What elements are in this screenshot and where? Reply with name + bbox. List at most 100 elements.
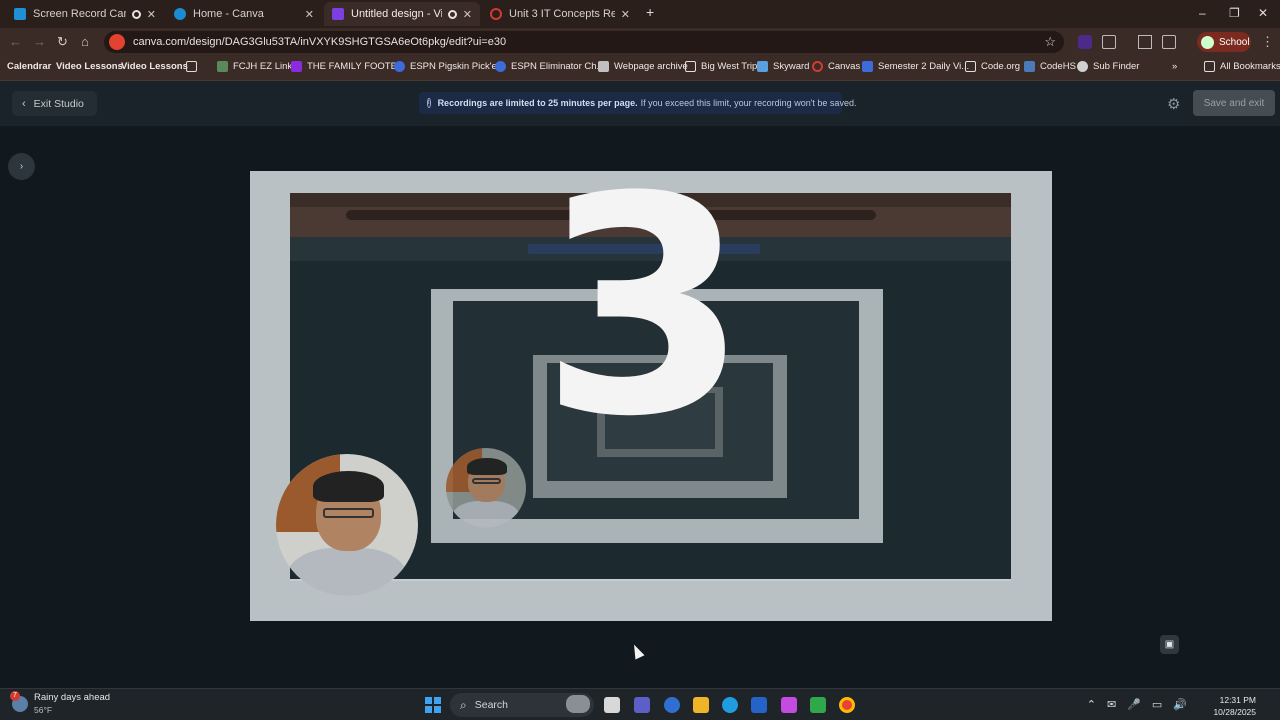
copilot-icon[interactable] — [566, 695, 590, 713]
task-view-icon[interactable] — [604, 697, 620, 713]
close-tab-icon[interactable]: ✕ — [305, 8, 314, 21]
back-icon[interactable]: ← — [9, 34, 22, 49]
clock-time: 12:31 PM — [1219, 695, 1256, 705]
tab-title: Screen Record Canva | Proj — [33, 8, 126, 20]
menu-icon[interactable]: ⋮ — [1261, 34, 1274, 50]
bookmark-label: ESPN Pigskin Pick'e... — [410, 61, 505, 72]
bookmark-item[interactable]: Sub Finder — [1077, 61, 1139, 72]
banner-text: If you exceed this limit, your recording… — [640, 98, 857, 108]
bookmark-item[interactable]: Canvas — [812, 61, 860, 72]
store-icon[interactable] — [751, 697, 767, 713]
bookmark-label: Skyward — [773, 61, 810, 72]
close-tab-icon[interactable]: ✕ — [621, 8, 630, 21]
more-bookmarks-icon[interactable]: » — [1172, 61, 1177, 72]
new-tab-button[interactable]: + — [646, 4, 654, 20]
weather-title: Rainy days ahead — [34, 692, 111, 703]
clock-date: 10/28/2025 — [1213, 707, 1256, 717]
search-label: Search — [474, 699, 509, 711]
tab-screen-record[interactable]: Screen Record Canva | Proj ✕ — [6, 2, 164, 26]
bookmark-item[interactable]: ESPN Pigskin Pick'e... — [394, 61, 505, 72]
bookmark-favicon-icon — [862, 61, 873, 72]
banner-bold-text: Recordings are limited to 25 minutes per… — [437, 98, 638, 108]
tab-title: Unit 3 IT Concepts Review Wor — [509, 8, 615, 20]
extension-k-icon[interactable] — [1078, 35, 1092, 49]
save-and-exit-button[interactable]: Save and exit — [1193, 90, 1275, 116]
recording-icon — [131, 9, 141, 19]
bookmark-label: Video Lessons — [121, 61, 188, 72]
tab-favicon-icon — [14, 8, 26, 20]
tab-untitled-design[interactable]: Untitled design - Video ✕ — [324, 2, 480, 26]
all-bookmarks-button[interactable]: All Bookmarks — [1204, 61, 1280, 72]
home-icon[interactable]: ⌂ — [81, 34, 89, 49]
outlook-icon[interactable] — [664, 697, 680, 713]
bookmark-item[interactable]: Code.org — [965, 61, 1020, 72]
chevron-left-icon: ‹ — [22, 97, 26, 110]
bookmark-item[interactable]: Calendrar — [7, 61, 51, 72]
sidebar-toggle-button[interactable]: › — [8, 153, 35, 180]
tab-title: Untitled design - Video — [351, 8, 442, 20]
weather-widget[interactable]: 7 Rainy days ahead 56°F — [10, 691, 111, 715]
gear-icon[interactable]: ⚙ — [1167, 95, 1180, 113]
reload-icon[interactable]: ↻ — [57, 34, 68, 50]
profile-button[interactable]: School — [1197, 32, 1251, 52]
bookmark-label: Sub Finder — [1093, 61, 1140, 72]
bookmark-label: Calendrar — [7, 61, 52, 72]
bookmark-item[interactable]: FCJH EZ Links — [217, 61, 297, 72]
taskbar-clock[interactable]: 12:31 PM 10/28/2025 — [1213, 694, 1256, 718]
bookmark-star-icon[interactable]: ☆ — [1044, 34, 1056, 50]
close-window-button[interactable]: ✕ — [1258, 6, 1268, 20]
bookmark-item[interactable]: CodeHS — [1024, 61, 1076, 72]
edge-icon[interactable] — [722, 697, 738, 713]
bookmark-item[interactable]: Video Lessons — [56, 61, 123, 72]
exit-studio-button[interactable]: ‹ Exit Studio — [12, 91, 97, 116]
bookmark-item[interactable]: THE FAMILY FOOTB... — [291, 61, 405, 72]
address-bar[interactable]: canva.com/design/DAG3Glu53TA/inVXYK9SHGT… — [104, 31, 1064, 53]
bookmark-favicon-icon — [217, 61, 228, 72]
studio-header: ‹ Exit Studio i Recordings are limited t… — [0, 81, 1280, 126]
forward-icon[interactable]: → — [33, 34, 46, 49]
bookmark-item[interactable]: Skyward — [757, 61, 809, 72]
teams-icon[interactable] — [634, 697, 650, 713]
bookmark-item[interactable]: Semester 2 Daily Vi... — [862, 61, 969, 72]
chrome-icon[interactable] — [839, 697, 855, 713]
maximize-button[interactable]: ❐ — [1229, 6, 1240, 20]
bookmark-favicon-icon — [291, 61, 302, 72]
file-explorer-icon[interactable] — [693, 697, 709, 713]
start-button[interactable] — [425, 697, 441, 713]
tab-unit3-review[interactable]: Unit 3 IT Concepts Review Wor ✕ — [482, 2, 638, 26]
tab-home-canva[interactable]: Home - Canva ✕ — [166, 2, 322, 26]
bookmark-item[interactable]: Video Lessons — [121, 61, 188, 72]
bookmark-item[interactable]: Big West Trip — [685, 61, 757, 72]
snipping-tool-icon[interactable] — [781, 697, 797, 713]
screenshot-icon[interactable] — [1138, 35, 1152, 49]
apps-grid-icon[interactable] — [186, 61, 197, 72]
canvas-favicon-icon — [490, 8, 502, 20]
bookmark-favicon-icon — [757, 61, 768, 72]
canva-favicon-icon — [174, 8, 186, 20]
webcam-bubble[interactable] — [276, 454, 418, 596]
chevron-right-icon: › — [19, 161, 24, 172]
bookmarks-bar: Calendrar Video Lessons Video Lessons FC… — [0, 56, 1280, 81]
search-icon: ⌕ — [460, 697, 467, 712]
site-info-icon[interactable] — [109, 34, 125, 50]
bookmark-item[interactable]: ESPN Eliminator Ch... — [495, 61, 604, 72]
avatar — [1201, 35, 1214, 49]
weather-temp: 56°F — [34, 705, 53, 715]
grid-icon — [186, 61, 197, 72]
minimize-button[interactable]: – — [1199, 6, 1206, 20]
extensions-icon[interactable] — [1102, 35, 1116, 49]
bookmark-label: FCJH EZ Links — [233, 61, 297, 72]
app-icon[interactable] — [810, 697, 826, 713]
tab-title: Home - Canva — [193, 8, 264, 20]
layout-toggle-button[interactable]: ▣ — [1160, 635, 1179, 654]
bookmark-item[interactable]: Webpage archive — [598, 61, 688, 72]
cast-icon[interactable] — [1162, 35, 1176, 49]
recording-limit-banner: i Recordings are limited to 25 minutes p… — [419, 92, 856, 114]
system-tray[interactable]: ⌃✉🎤▭🔊 — [1087, 698, 1198, 711]
countdown-number: 3 — [540, 133, 749, 482]
bookmark-favicon-icon — [685, 61, 696, 72]
close-tab-icon[interactable]: ✕ — [147, 8, 156, 21]
bookmark-label: THE FAMILY FOOTB... — [307, 61, 405, 72]
folder-icon — [1204, 61, 1215, 72]
close-tab-icon[interactable]: ✕ — [463, 8, 472, 21]
